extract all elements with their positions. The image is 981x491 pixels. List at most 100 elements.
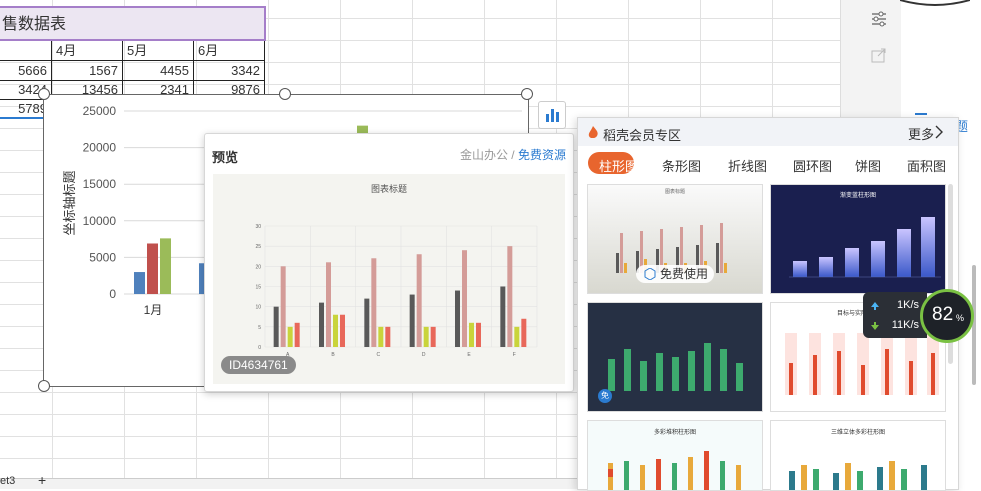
bar — [455, 290, 460, 347]
y-tick-label: 20 — [255, 264, 261, 270]
table-cell[interactable]: 5666 — [0, 61, 52, 81]
header-row: 4月 5月 6月 — [0, 41, 265, 61]
free-badge: 免 — [598, 389, 612, 403]
network-speed-widget[interactable]: 1K/s 11K/s — [863, 292, 927, 338]
y-tick-label: 20000 — [83, 141, 117, 155]
gallery-header: 稻壳会员专区 更多 — [578, 118, 958, 146]
free-use-button[interactable]: 免费使用 — [636, 265, 714, 283]
tab-line-chart[interactable]: 折线图 — [728, 156, 767, 175]
tab-donut-chart[interactable]: 圆环图 — [793, 156, 832, 175]
tab-pie-chart[interactable]: 饼图 — [855, 156, 881, 175]
free-use-label: 免费使用 — [660, 267, 709, 281]
resize-handle[interactable] — [38, 380, 50, 392]
thumb-chart — [789, 217, 941, 278]
template-thumb[interactable]: 多彩堆积柱形图 — [587, 420, 763, 491]
x-tick-label: D — [422, 352, 426, 358]
y-tick-label: 5 — [258, 325, 261, 331]
bar — [476, 322, 481, 347]
bar-chart-icon — [546, 109, 559, 122]
free-resource-link[interactable]: 免费资源 — [518, 148, 566, 162]
table-cell[interactable]: 3342 — [194, 61, 265, 81]
sheet-title-cell[interactable]: 售数据表 — [0, 6, 266, 41]
arrow-up-icon — [871, 302, 879, 310]
bar — [147, 243, 158, 294]
gauge-percent: 82 — [932, 304, 954, 325]
y-tick-label: 30 — [255, 224, 261, 230]
bar — [423, 326, 429, 347]
table-cell[interactable]: 4455 — [123, 61, 194, 81]
chart-elements-button[interactable] — [538, 101, 566, 129]
table-row: 5666 1567 4455 3342 — [0, 61, 265, 81]
y-tick-label: 10000 — [83, 214, 117, 228]
template-thumb[interactable]: 渐变蓝柱形图 — [770, 184, 946, 294]
y-tick-label: 10 — [255, 305, 261, 311]
y-tick-label: 0 — [109, 287, 116, 301]
y-tick-label: 0 — [258, 345, 261, 351]
template-thumb[interactable]: 图表标题 免费使用 — [587, 184, 763, 294]
sheet-title: 售数据表 — [2, 16, 67, 33]
settings-sliders-icon[interactable] — [870, 10, 888, 28]
bar — [385, 326, 391, 347]
x-tick-label: C — [377, 352, 381, 358]
sheet-tab-bar: et3 + — [0, 472, 580, 489]
chart-preview-popup: 预览 金山办公 / 免费资源 图表标题 0 5 10 15 20 25 30 A B C D E F I… — [204, 133, 574, 392]
divider — [915, 113, 927, 115]
bar — [409, 294, 415, 347]
resize-handle[interactable] — [521, 88, 533, 100]
bar — [371, 258, 377, 347]
memory-gauge[interactable]: 82 % — [920, 289, 974, 343]
arrow-down-icon — [871, 322, 879, 330]
bar — [462, 250, 467, 347]
y-tick-label: 25000 — [83, 104, 117, 118]
source-label: 金山办公 — [459, 148, 508, 162]
tab-horizontal-bar[interactable]: 条形图 — [662, 156, 701, 175]
avatar-arc-icon — [900, 0, 970, 6]
preview-chart-canvas: 051015202530A B C D E F — [255, 224, 538, 358]
header-cell[interactable]: 6月 — [194, 41, 265, 61]
x-tick-label: F — [513, 352, 516, 358]
thumb-chart — [608, 343, 743, 391]
header-cell[interactable]: 5月 — [123, 41, 194, 61]
share-icon[interactable] — [870, 46, 888, 64]
bar — [134, 272, 145, 294]
download-speed: 11K/s — [891, 319, 919, 331]
bar — [507, 246, 513, 347]
bar — [294, 322, 300, 347]
tab-area-chart[interactable]: 面积图 — [907, 156, 946, 175]
bar — [430, 326, 436, 347]
preview-title: 预览 — [212, 150, 239, 165]
bar — [521, 318, 527, 347]
table-cell[interactable]: 1567 — [52, 61, 123, 81]
gauge-unit: % — [956, 313, 965, 323]
header-cell[interactable] — [0, 41, 52, 61]
bar — [273, 306, 279, 347]
template-thumb[interactable]: 三维立体多彩柱形图 — [770, 420, 946, 491]
bar — [378, 326, 384, 347]
scrollbar[interactable] — [972, 265, 976, 385]
bar — [280, 266, 286, 347]
gallery-title: 稻壳会员专区 — [603, 128, 682, 143]
header-cell[interactable]: 4月 — [52, 41, 123, 61]
bar — [326, 262, 331, 347]
sheet-tab[interactable]: et3 — [0, 475, 15, 487]
template-thumb[interactable]: 免 — [587, 302, 763, 412]
resize-handle[interactable] — [279, 88, 291, 100]
more-link[interactable]: 更多 — [908, 124, 934, 143]
y-tick-label: 25 — [255, 244, 261, 250]
docer-logo-icon — [588, 126, 598, 138]
bar — [500, 286, 506, 347]
y-tick-label: 5000 — [89, 250, 116, 264]
thumb-chart — [608, 451, 741, 490]
chevron-right-icon[interactable] — [935, 125, 943, 139]
y-tick-label: 15 — [255, 285, 261, 291]
separator: / — [511, 148, 515, 162]
thumb-chart — [789, 461, 927, 490]
bar — [514, 326, 520, 347]
bar — [469, 322, 474, 347]
upload-speed: 1K/s — [896, 299, 919, 311]
add-sheet-button[interactable]: + — [38, 472, 46, 488]
resize-handle[interactable] — [38, 88, 50, 100]
tab-bar-chart[interactable]: 柱形图 — [599, 156, 638, 175]
bar — [340, 314, 345, 347]
template-id-badge: ID4634761 — [221, 356, 296, 374]
